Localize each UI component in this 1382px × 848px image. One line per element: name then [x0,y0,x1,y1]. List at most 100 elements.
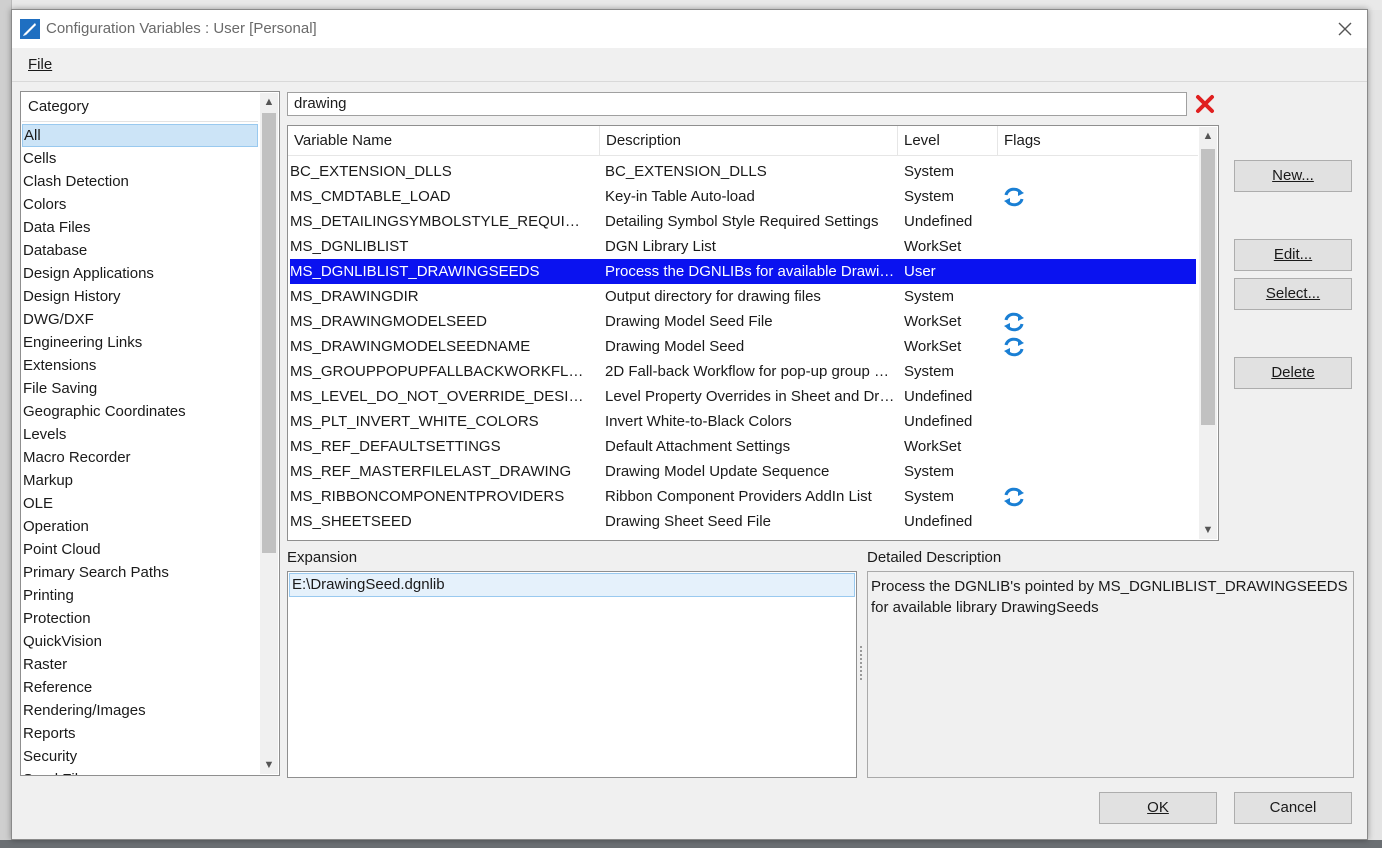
description-cell: BC_EXTENSION_DLLS [605,163,767,180]
category-item[interactable]: QuickVision [22,630,258,653]
table-row[interactable]: MS_DGNLIBLIST_DRAWINGSEEDS Process the DG… [290,259,1196,284]
level-cell: WorkSet [904,338,962,355]
category-item[interactable]: Printing [22,584,258,607]
category-item[interactable]: Cells [22,147,258,170]
table-row[interactable]: MS_PLT_INVERT_WHITE_COLORS Invert White-t… [290,409,1196,434]
table-row[interactable]: MS_DRAWINGMODELSEEDNAME Drawing Model See… [290,334,1196,359]
delete-button[interactable]: Delete [1234,357,1352,389]
category-item[interactable]: Reports [22,722,258,745]
table-row[interactable]: MS_REF_DEFAULTSETTINGS Default Attachment… [290,434,1196,459]
category-item[interactable]: Macro Recorder [22,446,258,469]
category-item[interactable]: File Saving [22,377,258,400]
table-rows: BC_EXTENSION_DLLS BC_EXTENSION_DLLS System… [290,159,1196,534]
category-item[interactable]: All [22,124,258,147]
table-row[interactable]: BC_EXTENSION_DLLS BC_EXTENSION_DLLS System [290,159,1196,184]
window-title: Configuration Variables : User [Personal… [46,20,317,37]
column-description[interactable]: Description [600,126,898,156]
variable-name-cell: MS_DGNLIBLIST [290,238,409,255]
panel-splitter[interactable] [860,646,863,680]
scroll-up-icon[interactable]: ▲ [260,93,278,111]
category-item[interactable]: Protection [22,607,258,630]
level-cell: Undefined [904,388,973,405]
app-icon [20,19,40,39]
category-item[interactable]: Colors [22,193,258,216]
title-bar[interactable]: Configuration Variables : User [Personal… [12,10,1367,48]
table-row[interactable]: MS_DRAWINGMODELSEED Drawing Model Seed Fi… [290,309,1196,334]
category-item[interactable]: Rendering/Images [22,699,258,722]
description-cell: Detailing Symbol Style Required Settings [605,213,879,230]
category-item[interactable]: Design History [22,285,258,308]
category-item[interactable]: OLE [22,492,258,515]
column-level[interactable]: Level [898,126,998,156]
table-row[interactable]: MS_DRAWINGDIR Output directory for drawin… [290,284,1196,309]
column-flags[interactable]: Flags [998,126,1198,156]
level-cell: Undefined [904,513,973,530]
close-icon[interactable] [1335,19,1355,39]
select-button-label: Select... [1265,285,1321,302]
table-row[interactable]: MS_CMDTABLE_LOAD Key-in Table Auto-load Sy… [290,184,1196,209]
refresh-icon [1002,186,1026,208]
table-scrollbar[interactable]: ▲ ▼ [1199,127,1217,539]
category-item[interactable]: Design Applications [22,262,258,285]
category-item[interactable]: Point Cloud [22,538,258,561]
cancel-button[interactable]: Cancel [1234,792,1352,824]
category-item[interactable]: Data Files [22,216,258,239]
category-item[interactable]: Clash Detection [22,170,258,193]
category-item[interactable]: DWG/DXF [22,308,258,331]
category-item[interactable]: Database [22,239,258,262]
table-row[interactable]: MS_DGNLIBLIST DGN Library List WorkSet [290,234,1196,259]
variable-name-cell: MS_GROUPPOPUPFALLBACKWORKFLOW_2D [290,363,590,380]
table-row[interactable]: MS_RIBBONCOMPONENTPROVIDERS Ribbon Compon… [290,484,1196,509]
background-window-edge-right [1366,10,1382,848]
category-item[interactable]: Operation [22,515,258,538]
expansion-box[interactable]: E:\DrawingSeed.dgnlib [287,571,857,778]
table-row[interactable]: MS_DETAILINGSYMBOLSTYLE_REQUIREDSETTINGS… [290,209,1196,234]
clear-search-icon[interactable] [1195,94,1215,114]
variable-name-cell: MS_PLT_INVERT_WHITE_COLORS [290,413,539,430]
table-row[interactable]: MS_GROUPPOPUPFALLBACKWORKFLOW_2D 2D Fall-… [290,359,1196,384]
detailed-description-box: Process the DGNLIB's pointed by MS_DGNLI… [867,571,1354,778]
category-item[interactable]: Reference [22,676,258,699]
table-row[interactable]: MS_REF_MASTERFILELAST_DRAWING Drawing Mod… [290,459,1196,484]
level-cell: System [904,188,955,205]
detailed-description-label: Detailed Description [867,549,1002,566]
category-item[interactable]: Levels [22,423,258,446]
select-button[interactable]: Select... [1234,278,1352,310]
scrollbar-thumb[interactable] [262,113,276,553]
description-cell: DGN Library List [605,238,716,255]
category-item[interactable]: Raster [22,653,258,676]
category-item[interactable]: Markup [22,469,258,492]
search-input[interactable]: drawing [287,92,1187,116]
variable-name-cell: MS_LEVEL_DO_NOT_OVERRIDE_DESIGN_LEVELS [290,388,590,405]
level-cell: System [904,288,955,305]
category-item[interactable]: Primary Search Paths [22,561,258,584]
scroll-up-icon[interactable]: ▲ [1199,127,1217,145]
edit-button[interactable]: Edit... [1234,239,1352,271]
ok-button[interactable]: OK [1099,792,1217,824]
level-cell: System [904,163,955,180]
variable-name-cell: MS_RIBBONCOMPONENTPROVIDERS [290,488,565,505]
category-scrollbar[interactable]: ▲ ▼ [260,93,278,774]
category-item[interactable]: Geographic Coordinates [22,400,258,423]
column-variable-name[interactable]: Variable Name [288,126,600,156]
category-item[interactable]: Extensions [22,354,258,377]
description-cell: Drawing Model Seed [605,338,745,355]
scroll-down-icon[interactable]: ▼ [260,756,278,774]
scroll-down-icon[interactable]: ▼ [1199,521,1217,539]
variable-name-cell: MS_REF_MASTERFILELAST_DRAWING [290,463,572,480]
expansion-value[interactable]: E:\DrawingSeed.dgnlib [289,573,855,597]
category-item[interactable]: Engineering Links [22,331,258,354]
description-cell: Default Attachment Settings [605,438,791,455]
category-item[interactable]: Security [22,745,258,768]
table-row[interactable]: MS_LEVEL_DO_NOT_OVERRIDE_DESIGN_LEVELS Le… [290,384,1196,409]
variable-name-cell: MS_DRAWINGDIR [290,288,419,305]
category-item[interactable]: Seed Files [22,768,258,775]
level-cell: WorkSet [904,313,962,330]
scrollbar-thumb[interactable] [1201,149,1215,425]
menu-file[interactable]: File [28,56,52,73]
level-cell: Undefined [904,413,973,430]
table-row[interactable]: MS_SHEETSEED Drawing Sheet Seed File Undef… [290,509,1196,534]
category-header[interactable]: Category [22,93,258,122]
variable-name-cell: MS_DGNLIBLIST_DRAWINGSEEDS [290,263,540,280]
new-button[interactable]: New... [1234,160,1352,192]
